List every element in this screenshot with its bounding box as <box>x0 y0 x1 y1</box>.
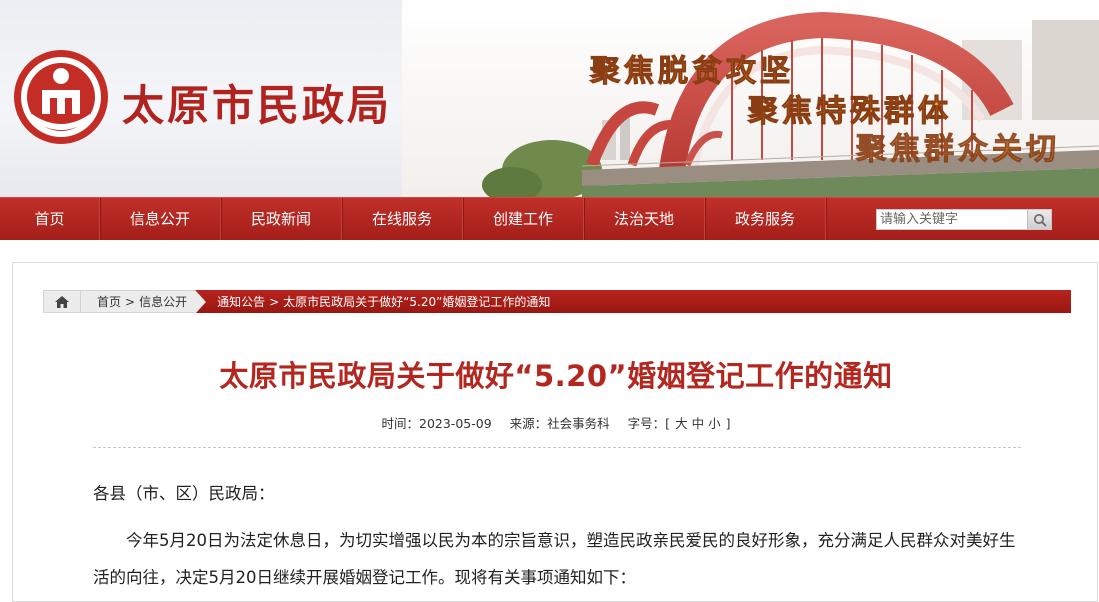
home-icon <box>55 295 69 308</box>
breadcrumb-gray-section: 首页 > 信息公开 <box>81 290 207 314</box>
main-nav: 首页 信息公开 民政新闻 在线服务 创建工作 法治天地 政务服务 <box>0 197 1099 240</box>
breadcrumb-home-button[interactable] <box>43 290 81 313</box>
search-input[interactable] <box>877 210 1027 229</box>
article-body: 各县（市、区）民政局： 今年5月20日为法定休息日，为切实增强以民为本的宗旨意识… <box>93 475 1023 596</box>
civil-affairs-emblem <box>14 50 108 144</box>
nav-item-creation-work[interactable]: 创建工作 <box>463 198 584 240</box>
breadcrumb-link-notices[interactable]: 通知公告 <box>217 293 265 310</box>
font-size-bracket-close: ] <box>725 416 731 431</box>
font-size-medium-link[interactable]: 中 <box>692 416 705 431</box>
nav-item-government-services[interactable]: 政务服务 <box>705 198 826 240</box>
meta-font-label: 字号： <box>627 416 666 431</box>
meta-source: 来源：社会事务科 <box>510 416 610 431</box>
font-size-small-link[interactable]: 小 <box>708 416 721 431</box>
article-card: 首页 > 信息公开 通知公告 > 太原市民政局关于做好“5.20”婚姻登记工作的… <box>12 262 1098 602</box>
font-size-bracket-open: [ <box>665 416 671 431</box>
nav-item-rule-of-law[interactable]: 法治天地 <box>584 198 705 240</box>
breadcrumb-separator: > <box>269 294 280 309</box>
meta-source-label: 来源： <box>509 416 548 431</box>
article-salutation: 各县（市、区）民政局： <box>93 484 275 503</box>
site-title: 太原市民政局 <box>122 81 393 130</box>
meta-time-label: 时间： <box>381 416 419 431</box>
nav-item-home[interactable]: 首页 <box>0 198 100 240</box>
slogan-public-concerns: 聚焦群众关切 <box>856 132 1060 168</box>
breadcrumb-link-home[interactable]: 首页 <box>97 293 121 310</box>
search-icon <box>1033 213 1047 227</box>
breadcrumb-current-page: 太原市民政局关于做好“5.20”婚姻登记工作的通知 <box>283 295 551 309</box>
meta-source-value: 社会事务科 <box>547 416 610 431</box>
article-paragraph: 今年5月20日为法定休息日，为切实增强以民为本的宗旨意识，塑造民政亲民爱民的良好… <box>93 531 1016 587</box>
breadcrumb: 首页 > 信息公开 通知公告 > 太原市民政局关于做好“5.20”婚姻登记工作的… <box>43 290 1071 314</box>
nav-item-online-service[interactable]: 在线服务 <box>342 198 463 240</box>
meta-time-value: 2023-05-09 <box>419 416 492 431</box>
font-size-large-link[interactable]: 大 <box>675 416 688 431</box>
breadcrumb-link-info-disclosure[interactable]: 信息公开 <box>139 293 187 310</box>
article-title: 太原市民政局关于做好“5.20”婚姻登记工作的通知 <box>219 359 893 393</box>
search-box <box>876 209 1052 230</box>
nav-item-news[interactable]: 民政新闻 <box>221 198 342 240</box>
site-banner: 太原市民政局 聚焦脱贫攻坚 聚焦特殊群体 聚焦群众关切 <box>0 0 1099 197</box>
nav-item-info-disclosure[interactable]: 信息公开 <box>100 198 221 240</box>
breadcrumb-red-section: 通知公告 > 太原市民政局关于做好“5.20”婚姻登记工作的通知 <box>195 290 1071 313</box>
article-meta: 时间：2023-05-09 来源：社会事务科 字号：[ 大中小] <box>13 413 1099 432</box>
meta-divider <box>93 447 1021 448</box>
search-button[interactable] <box>1027 210 1051 229</box>
slogan-poverty: 聚焦脱贫攻坚 <box>590 54 794 90</box>
breadcrumb-separator: > <box>125 294 136 309</box>
meta-time: 时间：2023-05-09 <box>381 416 491 431</box>
meta-font-size: 字号：[ 大中小] <box>628 416 731 431</box>
